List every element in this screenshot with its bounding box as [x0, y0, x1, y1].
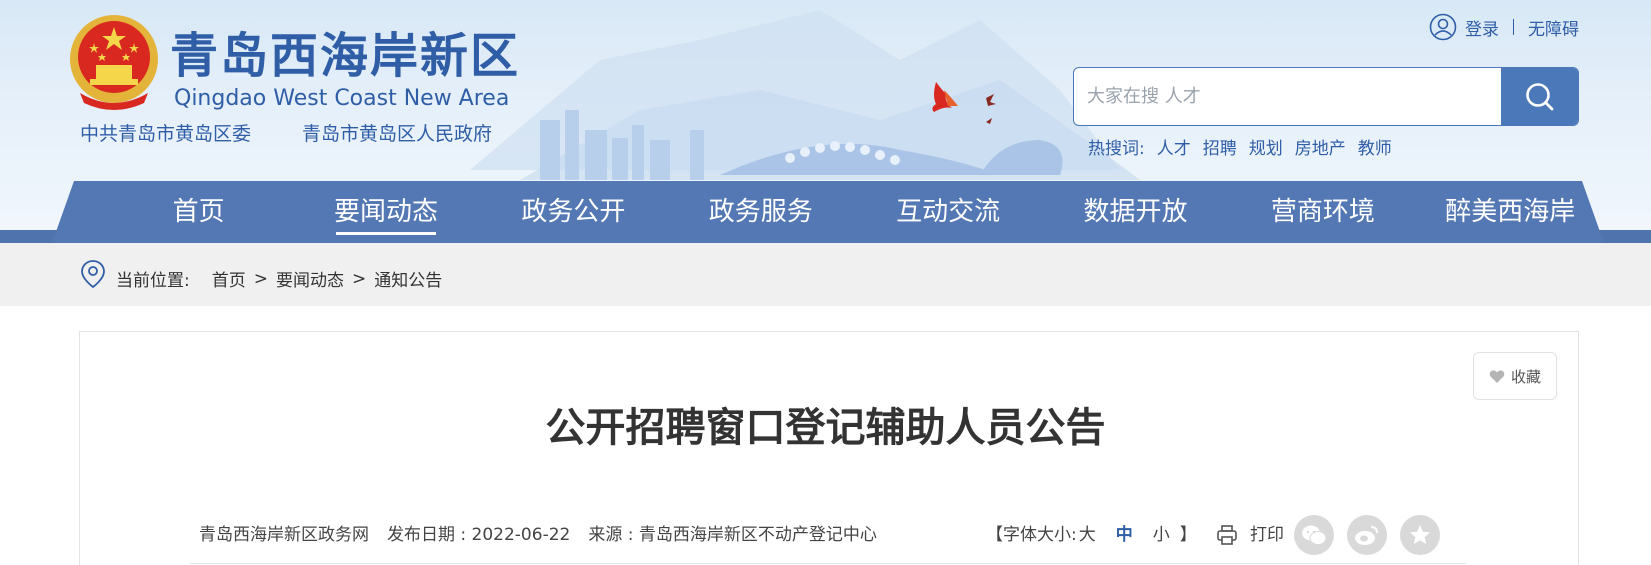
article-title: 公开招聘窗口登记辅助人员公告 — [545, 405, 1106, 451]
site-name: 青岛西海岸新区政务网 — [199, 525, 369, 545]
breadcrumb-label: 当前位置: — [116, 271, 190, 291]
divider — [1513, 19, 1514, 35]
breadcrumb-separator: > — [351, 268, 367, 289]
hot-search-words: 热搜词: 人才 招聘 规划 房地产 教师 — [1088, 134, 1392, 159]
nav-item-open-data[interactable]: 数据开放 — [1042, 181, 1229, 243]
nav-item-home[interactable]: 首页 — [105, 181, 292, 243]
share-wechat-button[interactable] — [1294, 515, 1334, 555]
national-emblem-icon — [70, 15, 158, 110]
nav-item-news[interactable]: 要闻动态 — [292, 181, 479, 243]
birds-decoration-icon — [932, 82, 996, 126]
print-button[interactable]: 打印 — [1216, 522, 1284, 548]
accessibility-link[interactable]: 无障碍 — [1528, 15, 1579, 40]
share-favorite-button[interactable] — [1400, 515, 1440, 555]
article-meta: 青岛西海岸新区政务网 发布日期 : 2022-06-22 来源 : 青岛西海岸新… — [199, 522, 877, 548]
wechat-icon — [1302, 525, 1327, 545]
favorite-star-icon — [1410, 525, 1430, 544]
search-input[interactable] — [1074, 68, 1502, 125]
nav-item-interaction[interactable]: 互动交流 — [855, 181, 1042, 243]
search-button[interactable] — [1501, 68, 1578, 125]
font-size-small[interactable]: 小 — [1153, 522, 1170, 548]
site-title[interactable]: 青岛西海岸新区 — [170, 28, 520, 84]
favorite-button[interactable]: 收藏 — [1473, 352, 1557, 400]
hot-word-link[interactable]: 房地产 — [1295, 134, 1346, 159]
font-size-label: 字体大小: — [1003, 525, 1077, 545]
breadcrumb: 当前位置: 首页 > 要闻动态 > 通知公告 — [116, 266, 442, 292]
nav-item-west-coast[interactable]: 醉美西海岸 — [1417, 181, 1604, 243]
font-size-control: 【 字体大小: 大 中 小 】 — [986, 522, 1197, 548]
hot-word-link[interactable]: 规划 — [1249, 134, 1283, 159]
hot-search-label: 热搜词: — [1088, 139, 1145, 159]
breadcrumb-separator: > — [253, 268, 268, 289]
nav-item-services[interactable]: 政务服务 — [667, 181, 854, 243]
breadcrumb-news[interactable]: 要闻动态 — [276, 266, 344, 291]
hot-word-link[interactable]: 人才 — [1157, 134, 1191, 159]
search-box — [1073, 67, 1579, 126]
top-links: 登录 无障碍 — [1429, 12, 1579, 42]
breadcrumb-notices[interactable]: 通知公告 — [374, 266, 442, 291]
print-label: 打印 — [1250, 525, 1284, 545]
hot-word-link[interactable]: 教师 — [1358, 134, 1392, 159]
publish-date: 发布日期 : 2022-06-22 — [387, 525, 571, 545]
user-icon[interactable] — [1429, 13, 1457, 41]
meta-divider — [190, 563, 1466, 564]
bracket-open: 【 — [986, 525, 1003, 545]
breadcrumb-home[interactable]: 首页 — [212, 266, 246, 291]
share-weibo-button[interactable] — [1347, 515, 1387, 555]
printer-icon — [1217, 525, 1237, 545]
site-subtitle: Qingdao West Coast New Area — [174, 86, 510, 111]
heart-icon — [1489, 369, 1505, 383]
article-source: 来源 : 青岛西海岸新区不动产登记中心 — [588, 525, 877, 545]
main-nav: 首页 要闻动态 政务公开 政务服务 互动交流 数据开放 营商环境 醉美西海岸 — [52, 181, 1604, 243]
location-pin-icon — [81, 260, 105, 289]
org-government-link[interactable]: 青岛市黄岛区人民政府 — [302, 122, 492, 146]
nav-item-open-government[interactable]: 政务公开 — [480, 181, 667, 243]
search-icon — [1525, 82, 1553, 110]
font-size-large[interactable]: 大 — [1079, 522, 1096, 548]
hot-word-link[interactable]: 招聘 — [1203, 134, 1237, 159]
bracket-close: 】 — [1179, 525, 1197, 545]
login-link[interactable]: 登录 — [1465, 15, 1499, 40]
weibo-icon — [1355, 526, 1378, 545]
font-size-medium[interactable]: 中 — [1116, 522, 1133, 548]
org-party-link[interactable]: 中共青岛市黄岛区委 — [80, 122, 251, 146]
nav-item-business[interactable]: 营商环境 — [1229, 181, 1416, 243]
favorite-label: 收藏 — [1510, 367, 1541, 386]
